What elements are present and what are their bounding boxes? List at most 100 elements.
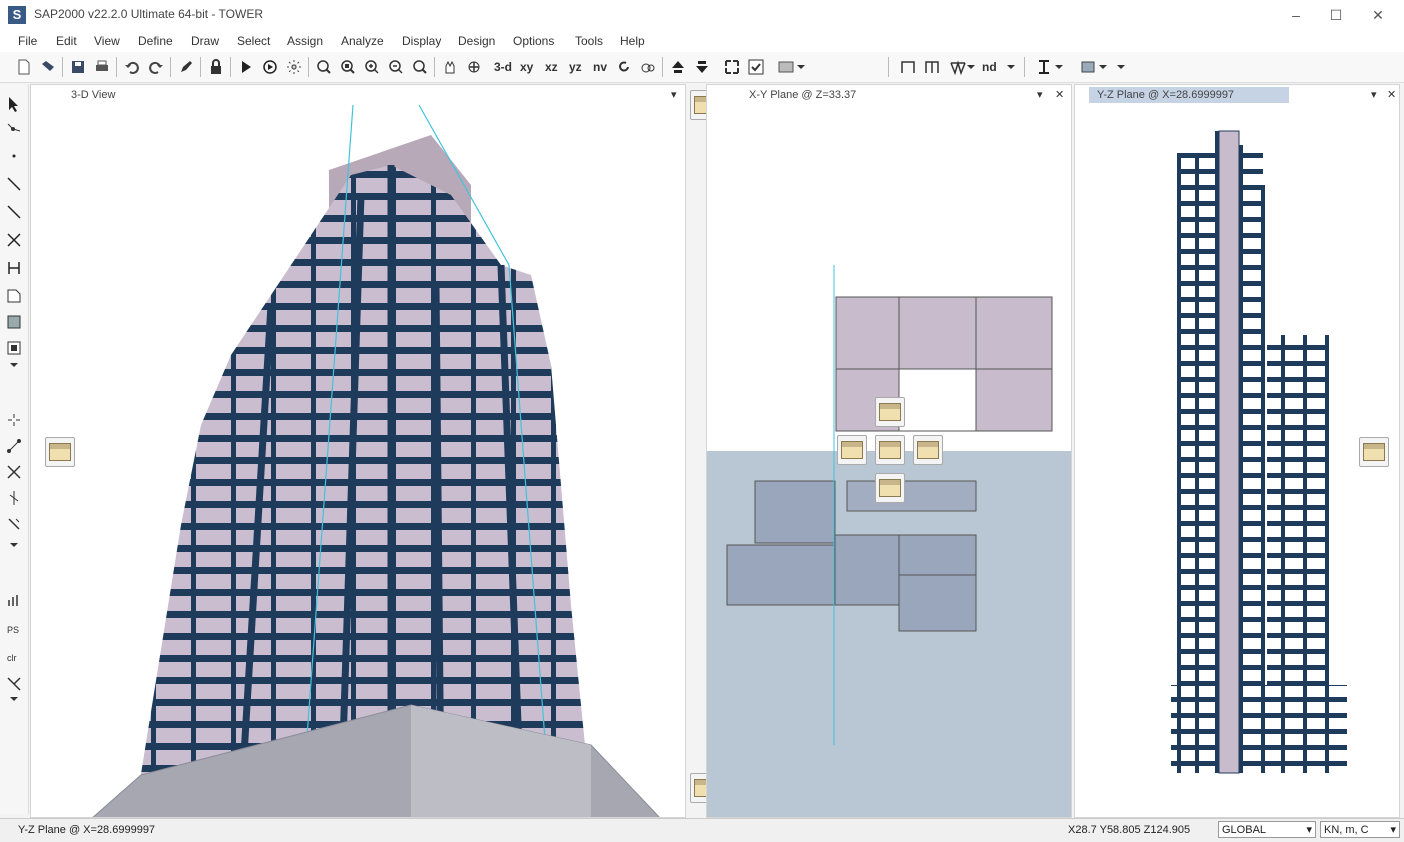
menu-tools[interactable]: Tools [575, 34, 603, 48]
quick-draw-area-icon[interactable] [4, 338, 24, 358]
menu-display[interactable]: Display [402, 34, 441, 48]
panel-dropdown-button[interactable]: ▾ [671, 88, 677, 101]
view-yz-button[interactable]: yz [569, 60, 582, 74]
menu-view[interactable]: View [94, 34, 120, 48]
set-display-icon[interactable] [4, 590, 24, 610]
close-button[interactable]: ✕ [1358, 4, 1398, 26]
section-i-icon[interactable] [1034, 57, 1054, 77]
zoom-previous-icon[interactable] [410, 57, 430, 77]
menu-select[interactable]: Select [237, 34, 270, 48]
maximize-button[interactable]: ☐ [1316, 4, 1356, 26]
expand-icon[interactable] [722, 57, 742, 77]
save-icon[interactable] [68, 57, 88, 77]
menu-edit[interactable]: Edit [56, 34, 77, 48]
3d-model-canvas[interactable] [31, 105, 686, 818]
intersect-line-icon[interactable] [4, 488, 24, 508]
chevron-down-icon[interactable] [796, 57, 806, 77]
intersect-icon[interactable] [4, 462, 24, 482]
rotate-3d-icon[interactable] [464, 57, 484, 77]
zoom-out-icon[interactable] [386, 57, 406, 77]
display-options-icon[interactable] [776, 57, 796, 77]
menu-draw[interactable]: Draw [191, 34, 219, 48]
panel-dropdown-button[interactable]: ▾ [1371, 88, 1377, 101]
menu-help[interactable]: Help [620, 34, 645, 48]
chevron-down-icon[interactable] [1116, 57, 1126, 77]
menu-assign[interactable]: Assign [287, 34, 323, 48]
panel-close-button[interactable]: ✕ [1055, 88, 1064, 101]
panel-3d-view[interactable]: 3-D View ▾ [30, 84, 686, 818]
menu-analyze[interactable]: Analyze [341, 34, 384, 48]
view-xz-button[interactable]: xz [545, 60, 558, 74]
coord-system-select[interactable]: GLOBAL ▾ [1218, 821, 1316, 838]
undo-icon[interactable] [122, 57, 142, 77]
menu-file[interactable]: File [18, 34, 37, 48]
view-3d-button[interactable]: 3-d [494, 60, 512, 74]
nd-button[interactable]: nd [982, 60, 997, 74]
units-select[interactable]: KN, m, C ▾ [1320, 821, 1400, 838]
snap-tools-icon[interactable] [4, 674, 24, 694]
view-nv-button[interactable]: nv [593, 60, 607, 74]
chevron-down-icon[interactable] [4, 694, 24, 704]
panel-xy-plane[interactable]: X-Y Plane @ Z=33.37 ▾ ✕ [706, 84, 1072, 818]
draw-point-icon[interactable] [4, 146, 24, 166]
rotate-view-icon[interactable] [614, 57, 634, 77]
draw-poly-area-icon[interactable] [4, 286, 24, 306]
dock-left-button[interactable] [45, 437, 75, 467]
reshape-icon[interactable] [4, 120, 24, 140]
draw-section-cut-icon[interactable] [4, 258, 24, 278]
move-up-icon[interactable] [668, 57, 688, 77]
sparkle-icon[interactable] [284, 57, 304, 77]
dock-compass-bottom[interactable] [875, 473, 905, 503]
open-file-icon[interactable] [38, 57, 58, 77]
select-all-icon[interactable] [4, 410, 24, 430]
area-section-icon[interactable] [1078, 57, 1098, 77]
snap-clr-icon[interactable]: clr [4, 646, 24, 666]
minimize-button[interactable]: – [1276, 4, 1316, 26]
chevron-down-icon[interactable] [4, 360, 24, 370]
draw-frame-icon[interactable] [898, 57, 918, 77]
menu-design[interactable]: Design [458, 34, 495, 48]
dock-compass-top[interactable] [875, 397, 905, 427]
dock-compass-center[interactable] [875, 435, 905, 465]
yz-elevation-canvas[interactable] [1075, 105, 1400, 818]
view-xy-button[interactable]: xy [520, 60, 533, 74]
panel-dropdown-button[interactable]: ▾ [1037, 88, 1043, 101]
draw-line-icon[interactable] [4, 202, 24, 222]
menu-options[interactable]: Options [513, 34, 554, 48]
zoom-fit-icon[interactable] [338, 57, 358, 77]
lock-icon[interactable] [206, 57, 226, 77]
pan-hand-icon[interactable] [440, 57, 460, 77]
zoom-window-icon[interactable] [314, 57, 334, 77]
new-file-icon[interactable] [14, 57, 34, 77]
draw-portal-icon[interactable] [922, 57, 942, 77]
zoom-in-icon[interactable] [362, 57, 382, 77]
print-icon[interactable] [92, 57, 112, 77]
draw-cross-brace-icon[interactable] [4, 230, 24, 250]
panel-yz-plane[interactable]: Y-Z Plane @ X=28.6999997 ▾ ✕ [1074, 84, 1400, 818]
draw-truss-icon[interactable] [948, 57, 968, 77]
dock-right-button[interactable] [1359, 437, 1389, 467]
run-analysis-icon[interactable] [236, 57, 256, 77]
select-connected-icon[interactable] [4, 436, 24, 456]
chevron-down-icon[interactable] [4, 540, 24, 550]
dock-compass-left[interactable] [837, 435, 867, 465]
move-down-icon[interactable] [692, 57, 712, 77]
pointer-icon[interactable] [4, 94, 24, 114]
draw-rect-area-icon[interactable] [4, 312, 24, 332]
snap-ps-icon[interactable]: PS [4, 618, 24, 638]
pencil-icon[interactable] [176, 57, 196, 77]
chevron-down-icon[interactable] [1006, 57, 1016, 77]
chevron-down-icon[interactable] [966, 57, 976, 77]
panel-close-button[interactable]: ✕ [1387, 88, 1396, 101]
select-frame-icon[interactable] [4, 514, 24, 534]
dock-compass-right[interactable] [913, 435, 943, 465]
check-icon[interactable] [746, 57, 766, 77]
redo-icon[interactable] [146, 57, 166, 77]
menu-define[interactable]: Define [138, 34, 173, 48]
draw-line-icon[interactable] [4, 174, 24, 194]
perspective-icon[interactable] [638, 57, 658, 77]
app-icon[interactable]: S [8, 6, 26, 24]
run-now-icon[interactable] [260, 57, 280, 77]
chevron-down-icon[interactable] [1054, 57, 1064, 77]
chevron-down-icon[interactable] [1098, 57, 1108, 77]
